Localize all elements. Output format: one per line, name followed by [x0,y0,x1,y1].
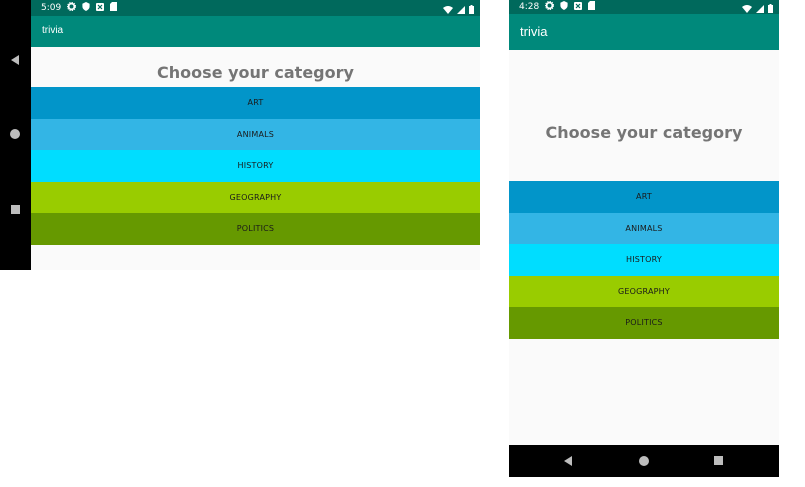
app-title: trivia [42,25,64,36]
category-label: ART [247,98,264,108]
app-bar: trivia [509,14,779,50]
category-label: GEOGRAPHY [618,286,670,296]
shield-icon [82,2,90,14]
recents-icon[interactable] [714,456,723,465]
wifi-icon [443,0,453,18]
category-screen: Choose your category ART ANIMALS HISTORY GE… [31,47,480,270]
settings-icon [67,1,77,14]
recents-icon[interactable] [11,205,20,214]
shield-icon [560,1,568,13]
category-button-animals[interactable]: ANIMALS [31,118,480,150]
category-label: POLITICS [236,224,275,234]
category-button-geography[interactable]: GEOGRAPHY [31,181,480,213]
sd-card-icon [110,2,118,14]
category-label: POLITICS [625,318,663,328]
page-title: Choose your category [157,63,354,82]
navigation-bar [0,0,31,270]
home-icon[interactable] [639,456,649,466]
category-screen: Choose your category ART ANIMALS HISTORY GE… [509,50,779,445]
screen: 5:09 trivia Choose your category ART ANI… [31,0,480,270]
settings-icon [545,0,555,13]
category-button-history[interactable]: HISTORY [31,150,480,182]
notification-icon [96,2,105,14]
status-bar: 4:28 [509,0,779,14]
category-label: ART [636,192,652,202]
page-title: Choose your category [545,123,743,142]
back-icon[interactable] [11,55,19,65]
notification-icon [574,1,583,13]
status-time: 4:28 [519,2,540,12]
category-button-politics[interactable]: POLITICS [31,213,480,245]
category-button-geography[interactable]: GEOGRAPHY [509,275,779,307]
category-button-art[interactable]: ART [31,87,480,119]
category-label: HISTORY [626,255,662,265]
category-label: GEOGRAPHY [229,192,282,202]
status-bar: 5:09 [31,0,480,16]
category-button-animals[interactable]: ANIMALS [509,212,779,244]
category-button-politics[interactable]: POLITICS [509,307,779,339]
landscape-device: 5:09 trivia Choose your category ART ANI… [0,0,480,270]
sd-card-icon [588,1,596,13]
app-bar: trivia [31,16,480,47]
portrait-device: 4:28 trivia Choose your category ART ANI… [509,0,779,477]
category-label: ANIMALS [625,223,663,233]
category-button-history[interactable]: HISTORY [509,244,779,276]
back-icon[interactable] [564,456,572,466]
status-time: 5:09 [41,3,62,13]
battery-icon [469,0,474,18]
signal-icon [457,0,465,18]
category-button-art[interactable]: ART [509,181,779,213]
home-icon[interactable] [10,129,20,139]
navigation-bar [509,445,779,477]
category-label: ANIMALS [236,129,275,139]
app-title: trivia [520,24,548,39]
category-label: HISTORY [237,161,274,171]
